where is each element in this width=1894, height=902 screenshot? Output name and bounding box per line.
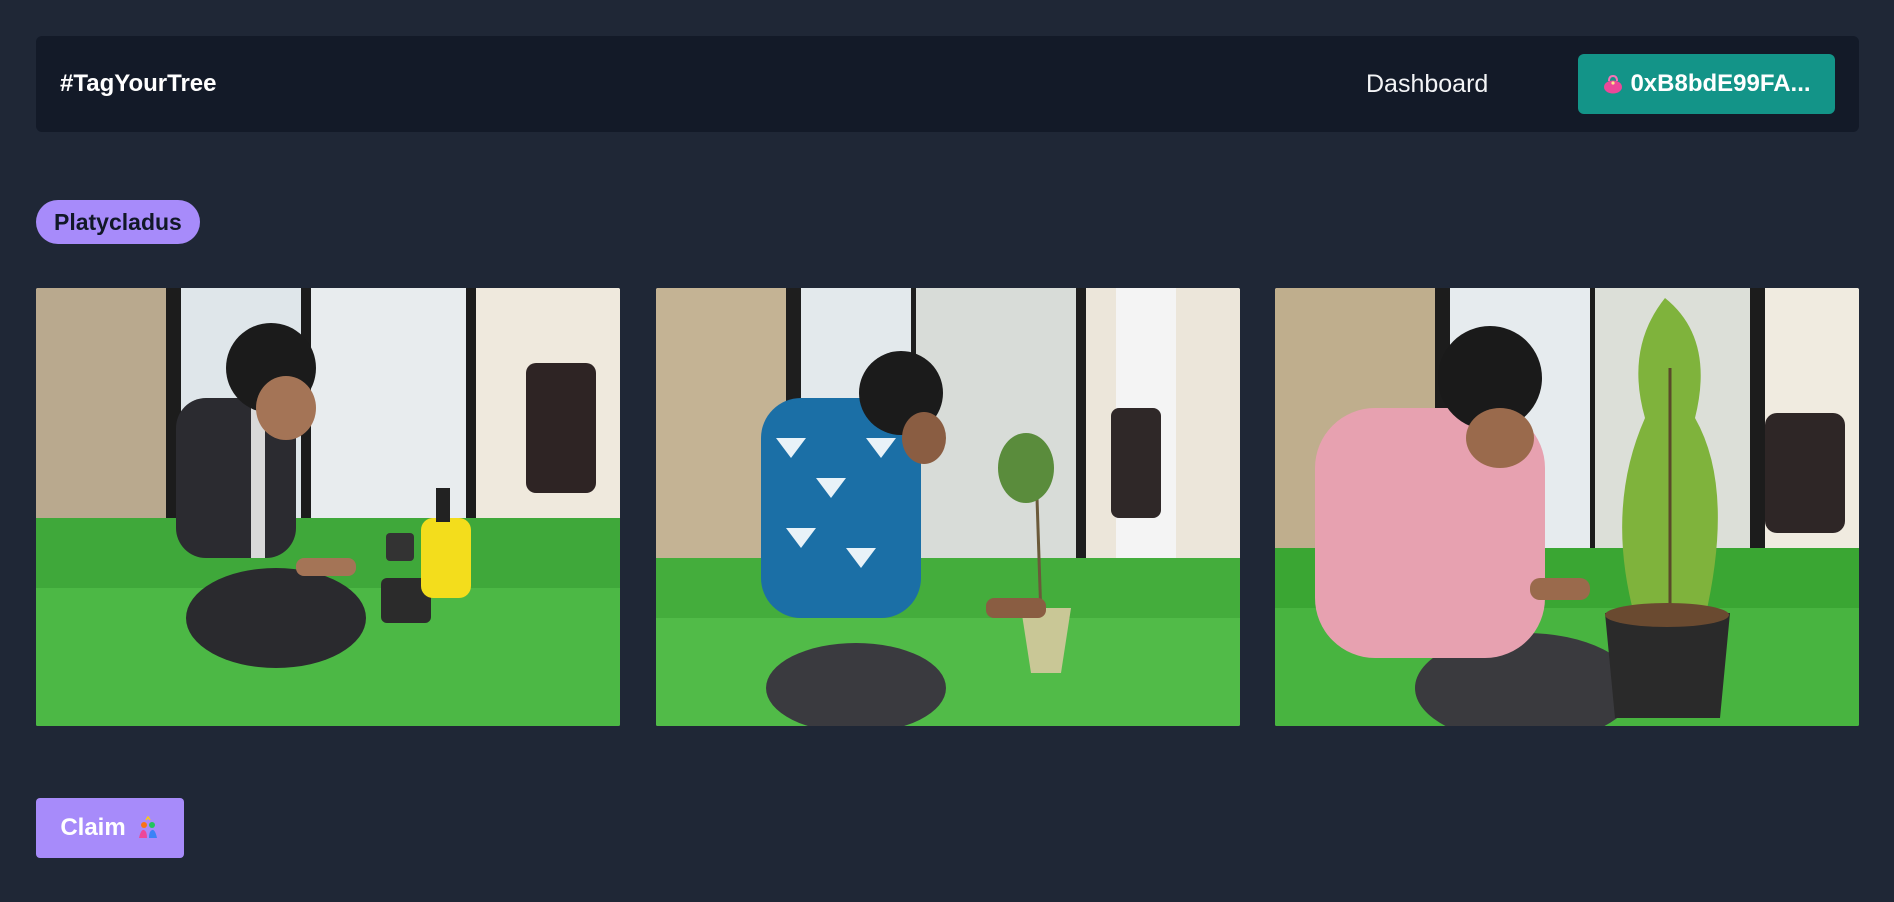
photo-gallery xyxy=(36,288,1859,726)
claim-button[interactable]: Claim xyxy=(36,798,184,858)
purse-icon xyxy=(1604,74,1623,94)
navbar: #TagYourTree Dashboard 0xB8bdE99FA... xyxy=(36,36,1859,132)
claim-label: Claim xyxy=(60,814,126,841)
dashboard-link[interactable]: Dashboard xyxy=(1366,36,1488,132)
brand-logo-text[interactable]: #TagYourTree xyxy=(60,36,217,132)
wallet-address-label: 0xB8bdE99FA... xyxy=(1630,70,1811,97)
species-badge: Platycladus xyxy=(36,200,200,244)
planting-photo-1 xyxy=(36,288,620,726)
sparkle-hands-icon xyxy=(138,816,157,838)
planting-photo-3 xyxy=(1275,288,1859,726)
planting-photo-2 xyxy=(656,288,1240,726)
wallet-address-button[interactable]: 0xB8bdE99FA... xyxy=(1578,54,1835,114)
